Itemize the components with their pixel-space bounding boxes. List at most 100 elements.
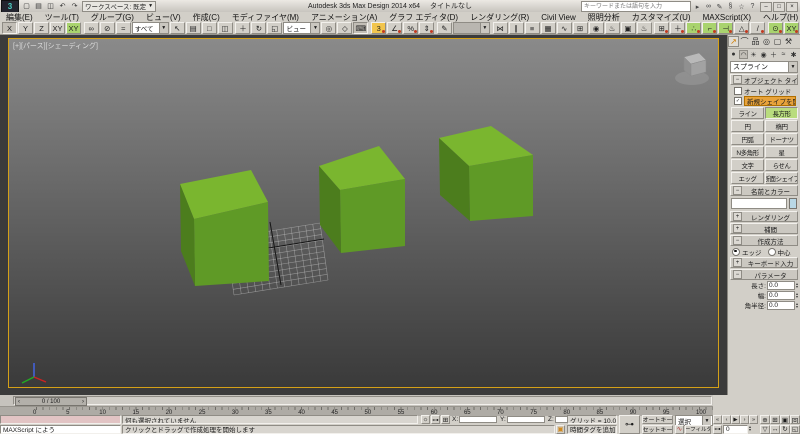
menu-item[interactable]: ツール(T) xyxy=(39,12,85,23)
open-file-icon[interactable]: ▤ xyxy=(33,1,44,11)
spinner-snap-icon[interactable]: ⇕ xyxy=(419,22,435,34)
set-keys-button[interactable]: ⊶ xyxy=(619,415,640,434)
menu-item[interactable]: カスタマイズ(U) xyxy=(626,12,697,23)
parameter-spinner[interactable]: ▴ ▾ xyxy=(796,281,798,289)
parameter-spinner[interactable]: ▴ ▾ xyxy=(796,291,798,299)
start-new-shape-checkbox[interactable]: ✓ xyxy=(734,96,742,105)
menu-item[interactable]: ビュー(V) xyxy=(140,12,187,23)
object-type-button-長方形[interactable]: 長方形 xyxy=(765,107,798,119)
tab-display[interactable]: ▢ xyxy=(772,36,783,47)
minimize-button[interactable]: – xyxy=(760,1,772,12)
zoom-extents-all-icon[interactable]: 回 xyxy=(790,415,800,424)
menu-item[interactable]: モディファイヤ(M) xyxy=(226,12,305,23)
time-slider-track[interactable]: ‹ 0 / 100 › xyxy=(13,396,712,406)
add-time-tag[interactable]: 時間タグを追加 xyxy=(567,424,617,434)
bind-to-space-warp-icon[interactable]: ≈ xyxy=(115,22,131,34)
layer-manager-icon[interactable]: ≡ xyxy=(524,22,540,34)
viewport-label[interactable]: [+][パース][シェーディング] xyxy=(13,41,98,51)
menu-item[interactable]: アニメーション(A) xyxy=(305,12,383,23)
snap-midpoint-icon[interactable]: ⊣ xyxy=(718,22,734,34)
object-type-button-エッグ[interactable]: エッグ xyxy=(731,172,764,184)
search-input[interactable] xyxy=(581,1,691,12)
radio-edge[interactable]: エッジ xyxy=(732,247,762,257)
time-tag-icon[interactable]: ▣ xyxy=(556,424,565,434)
collapse-icon[interactable]: − xyxy=(733,270,742,279)
redo-icon[interactable]: ↷ xyxy=(69,1,80,11)
next-frame-arrow[interactable]: › xyxy=(82,399,84,405)
object-type-button-円[interactable]: 円 xyxy=(731,120,764,132)
keyboard-shortcut-override-icon[interactable]: ⌨ xyxy=(353,22,369,34)
snap-axis-xy-icon[interactable]: XY xyxy=(784,22,800,34)
zoom-all-icon[interactable]: ⊞ xyxy=(770,415,780,424)
go-to-start-button[interactable]: « xyxy=(713,415,722,424)
object-type-button-N多角形[interactable]: N多角形 xyxy=(731,146,764,158)
isolate-selection-icon[interactable]: ☼ xyxy=(421,415,430,424)
zoom-extents-icon[interactable]: ▣ xyxy=(780,415,790,424)
maxscript-mini-listener-pink[interactable] xyxy=(0,415,121,424)
workspace-dropdown[interactable]: ワークスペース: 既定 ▼ xyxy=(82,0,157,12)
start-new-shape-label[interactable]: 新規シェイプを開始 xyxy=(744,95,796,106)
mirror-icon[interactable]: ⋈ xyxy=(492,22,508,34)
expand-icon[interactable]: + xyxy=(733,258,742,267)
rectangular-selection-region-icon[interactable]: □ xyxy=(201,22,217,34)
menu-item[interactable]: Civil View xyxy=(535,13,582,22)
restore-button[interactable]: □ xyxy=(773,1,785,12)
snap-endpoint-icon[interactable]: ⌐ xyxy=(702,22,718,34)
menu-item[interactable]: MAXScript(X) xyxy=(697,13,757,22)
object-type-button-星[interactable]: 星 xyxy=(765,146,798,158)
rollout-name-color[interactable]: − 名前とカラー xyxy=(730,185,798,196)
snap-face-icon[interactable]: △ xyxy=(734,22,750,34)
snap-pivot-icon[interactable]: ＋ xyxy=(670,22,686,34)
key-filters-button[interactable]: キーフィルタ... xyxy=(685,424,711,434)
menu-item[interactable]: グループ(G) xyxy=(85,12,140,23)
sign-in-icon[interactable]: ✎ xyxy=(715,2,724,11)
object-type-button-断面シェイプ[interactable]: 断面シェイプ xyxy=(765,172,798,184)
select-by-name-icon[interactable]: ▤ xyxy=(185,22,201,34)
object-type-button-ライン[interactable]: ライン xyxy=(731,107,764,119)
new-key-icon[interactable]: ∿ xyxy=(675,424,684,434)
select-and-rotate-icon[interactable]: ↻ xyxy=(251,22,267,34)
snap-grid-points-icon[interactable]: ⊞ xyxy=(654,22,670,34)
menu-item[interactable]: 編集(E) xyxy=(0,12,39,23)
key-mode-toggle-icon[interactable]: ⊶ xyxy=(713,424,722,434)
reference-coordinate-system-dropdown[interactable]: ビュー ▼ xyxy=(283,22,321,34)
tab-motion[interactable]: ◎ xyxy=(761,36,772,47)
help-icon[interactable]: ? xyxy=(748,2,757,11)
ribbon-toggle-icon[interactable]: ▦ xyxy=(540,22,556,34)
category-shapes-icon[interactable]: ◠ xyxy=(739,50,748,59)
subcategory-dropdown[interactable]: スプライン ▼ xyxy=(730,61,798,73)
rollout-keyboard-entry[interactable]: + キーボード入力 xyxy=(730,257,798,268)
parameter-field[interactable]: 0.0 xyxy=(766,280,795,290)
maxscript-mini-listener[interactable]: MAXScript によう xyxy=(0,424,121,434)
pan-icon[interactable]: ↔ xyxy=(770,424,780,434)
rollout-object-type[interactable]: − オブジェクト タイプ xyxy=(730,74,798,85)
menu-item[interactable]: レンダリング(R) xyxy=(464,12,535,23)
field-of-view-icon[interactable]: ▽ xyxy=(760,424,770,434)
x-coord-field[interactable] xyxy=(459,416,497,423)
constraint-y-button[interactable]: Y xyxy=(18,22,33,34)
named-selection-sets-dropdown[interactable]: ▼ xyxy=(452,22,490,34)
select-and-link-icon[interactable]: ∞ xyxy=(83,22,99,34)
previous-frame-button[interactable]: ‹ xyxy=(722,415,731,424)
select-and-move-icon[interactable]: ＋ xyxy=(235,22,251,34)
snap-edge-icon[interactable]: / xyxy=(750,22,766,34)
unlink-selection-icon[interactable]: ⊘ xyxy=(99,22,115,34)
window-crossing-icon[interactable]: ◫ xyxy=(217,22,233,34)
new-scene-icon[interactable]: ▢ xyxy=(21,1,32,11)
maximize-viewport-icon[interactable]: ◱ xyxy=(790,424,800,434)
schematic-view-icon[interactable]: ⊞ xyxy=(572,22,588,34)
constraint-xy-button[interactable]: XY xyxy=(50,22,65,34)
snap-toggle-3d-icon[interactable]: 3 xyxy=(371,22,387,34)
category-cameras-icon[interactable]: ◉ xyxy=(759,50,768,59)
orbit-icon[interactable]: ↻ xyxy=(780,424,790,434)
constraint-plane-button[interactable]: XY xyxy=(66,22,81,34)
expand-icon[interactable]: + xyxy=(733,224,742,233)
time-slider-handle[interactable]: ‹ 0 / 100 › xyxy=(15,397,87,406)
close-button[interactable]: × xyxy=(786,1,798,12)
use-pivot-point-center-icon[interactable]: ◎ xyxy=(321,22,337,34)
percent-snap-icon[interactable]: % xyxy=(403,22,419,34)
exchange-apps-icon[interactable]: § xyxy=(726,2,735,11)
select-and-manipulate-icon[interactable]: ◇ xyxy=(337,22,353,34)
collapse-icon[interactable]: − xyxy=(733,186,742,195)
scene-canvas[interactable] xyxy=(9,39,718,387)
